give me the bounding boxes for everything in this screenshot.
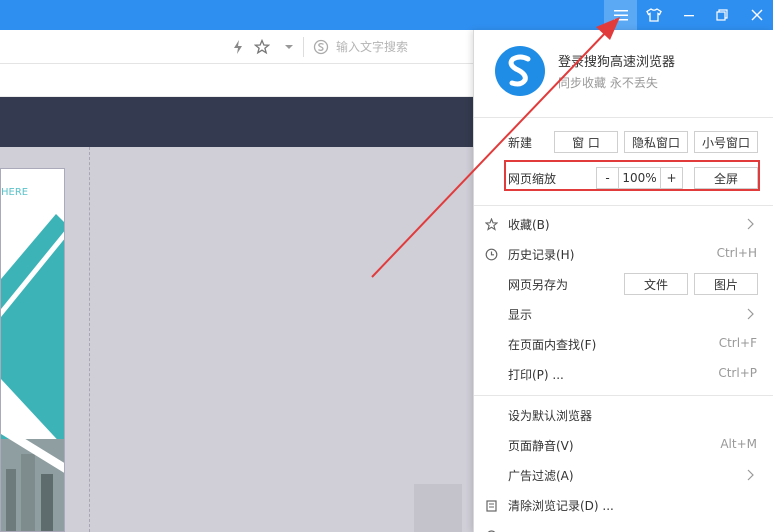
- zoom-out-button[interactable]: -: [596, 167, 619, 189]
- menu-item-label: 设为默认浏览器: [508, 409, 593, 423]
- flash-icon[interactable]: [229, 38, 247, 56]
- title-bar: [0, 0, 773, 30]
- new-label: 新建: [508, 136, 533, 150]
- menu-divider: [474, 395, 773, 396]
- menu-item-set-default[interactable]: 设为默认浏览器: [474, 400, 773, 430]
- menu-item-display[interactable]: 显示: [474, 299, 773, 329]
- save-as-image-button[interactable]: 图片: [694, 273, 758, 295]
- clock-icon: [484, 247, 498, 261]
- sogou-search-icon[interactable]: [312, 38, 330, 56]
- menu-item-favorites[interactable]: 收藏(B): [474, 209, 773, 239]
- menu-item-shortcut: Ctrl+H: [716, 246, 757, 260]
- broom-icon: [484, 498, 498, 512]
- save-as-file-button[interactable]: 文件: [624, 273, 688, 295]
- menu-item-label: 打印(P) ...: [508, 368, 564, 382]
- close-icon: [751, 9, 762, 21]
- menu-item-shortcut: Alt+M: [720, 437, 757, 451]
- menu-item-shortcut: Ctrl+P: [718, 366, 757, 380]
- menu-item-label: 显示: [508, 308, 533, 322]
- hamburger-menu-button[interactable]: [604, 0, 637, 30]
- menu-item-mute[interactable]: 页面静音(V) Alt+M: [474, 430, 773, 460]
- guide-line: [89, 147, 90, 532]
- chevron-right-icon: [747, 308, 754, 320]
- new-window-button[interactable]: 窗 口: [554, 131, 618, 153]
- search-input[interactable]: [336, 38, 466, 56]
- browser-main-menu: 登录搜狗高速浏览器 同步收藏 永不丢失 新建 窗 口 隐私窗口 小号窗口 网页缩…: [473, 30, 773, 532]
- menu-divider: [474, 117, 773, 118]
- menu-item-label: 清除浏览记录(D) ...: [508, 499, 614, 513]
- login-subtitle: 同步收藏 永不丢失: [558, 76, 658, 90]
- menu-item-label: 在页面内查找(F): [508, 338, 597, 352]
- menu-item-save-as: 网页另存为 文件 图片: [474, 269, 773, 299]
- zoom-in-button[interactable]: +: [660, 167, 683, 189]
- card-text: HERE: [1, 187, 29, 198]
- menu-item-label: 收藏(B): [508, 218, 550, 232]
- hamburger-icon: [613, 10, 628, 21]
- menu-item-label: 网页另存为: [508, 278, 569, 292]
- menu-item-clear-history[interactable]: 清除浏览记录(D) ...: [474, 490, 773, 520]
- chevron-right-icon: [747, 469, 754, 481]
- menu-item-label: 页面静音(V): [508, 439, 574, 453]
- menu-divider: [474, 205, 773, 206]
- sogou-logo[interactable]: [494, 45, 546, 97]
- menu-item-find[interactable]: 在页面内查找(F) Ctrl+F: [474, 329, 773, 359]
- new-private-window-button[interactable]: 隐私窗口: [624, 131, 688, 153]
- canvas-scroll-thumb[interactable]: [414, 484, 462, 532]
- bookmark-star-icon[interactable]: [253, 38, 271, 56]
- minimize-button[interactable]: [672, 0, 705, 30]
- zoom-label: 网页缩放: [508, 172, 557, 186]
- zoom-level: 100%: [618, 167, 661, 189]
- menu-item-history[interactable]: 历史记录(H) Ctrl+H: [474, 239, 773, 269]
- toolbar-divider: [303, 37, 304, 57]
- menu-item-ad-filter[interactable]: 广告过滤(A): [474, 460, 773, 490]
- menu-item-partial: [474, 520, 773, 532]
- close-button[interactable]: [740, 0, 773, 30]
- login-title[interactable]: 登录搜狗高速浏览器: [558, 51, 675, 70]
- menu-item-label: 历史记录(H): [508, 248, 575, 262]
- gear-icon: [484, 528, 498, 532]
- minimize-icon: [683, 15, 694, 17]
- restore-button[interactable]: [705, 0, 738, 30]
- star-icon: [484, 217, 498, 231]
- menu-item-shortcut: Ctrl+F: [718, 336, 757, 350]
- dropdown-arrow-icon[interactable]: [280, 38, 298, 56]
- skin-button[interactable]: [637, 0, 670, 30]
- restore-icon: [715, 9, 728, 21]
- menu-item-print[interactable]: 打印(P) ... Ctrl+P: [474, 359, 773, 389]
- design-card: HERE: [0, 168, 65, 532]
- shirt-icon: [645, 8, 662, 22]
- chevron-right-icon: [747, 218, 754, 230]
- menu-item-label: 广告过滤(A): [508, 469, 574, 483]
- fullscreen-button[interactable]: 全屏: [694, 167, 758, 189]
- new-small-window-button[interactable]: 小号窗口: [694, 131, 758, 153]
- card-graphic: [1, 211, 64, 531]
